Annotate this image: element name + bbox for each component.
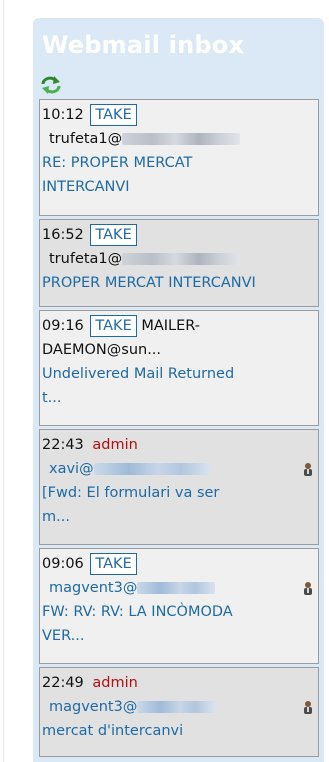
message-subject-line-1[interactable]: RE: PROPER MERCAT bbox=[42, 151, 316, 175]
user-icon bbox=[304, 582, 312, 595]
from-address: xavi@ bbox=[49, 461, 94, 477]
message-item[interactable]: 09:16 TAKE MAILER- DAEMON@sun... Undeliv… bbox=[39, 310, 319, 426]
message-time: 22:43 bbox=[42, 437, 84, 453]
take-button[interactable]: TAKE bbox=[90, 224, 137, 246]
from-address-line-2: DAEMON@sun... bbox=[42, 342, 162, 358]
redacted-text bbox=[122, 133, 241, 145]
redacted-text bbox=[93, 463, 210, 475]
message-item[interactable]: 10:12 TAKE trufeta1@ RE: PROPER MERCAT I… bbox=[39, 99, 319, 216]
redacted-text bbox=[122, 253, 241, 265]
message-subject-line-2[interactable]: INTERCANVI bbox=[42, 175, 316, 199]
refresh-icon[interactable] bbox=[40, 75, 62, 95]
message-from: trufeta1@ bbox=[42, 127, 316, 151]
take-button[interactable]: TAKE bbox=[90, 104, 137, 126]
redacted-text bbox=[137, 701, 216, 713]
message-subject-line-1[interactable]: [Fwd: El formulari va ser bbox=[42, 481, 316, 505]
take-button[interactable]: TAKE bbox=[90, 553, 137, 575]
page-edge bbox=[3, 0, 4, 762]
message-from: magvent3@ bbox=[42, 576, 316, 600]
message-from: magvent3@ bbox=[42, 695, 316, 719]
from-address: trufeta1@ bbox=[49, 251, 123, 267]
message-subject-line-1[interactable]: PROPER MERCAT INTERCANVI bbox=[42, 271, 316, 295]
owner-label: admin bbox=[92, 437, 138, 453]
message-subject-line-2[interactable]: m... bbox=[42, 505, 316, 529]
take-button[interactable]: TAKE bbox=[90, 315, 137, 337]
owner-label: admin bbox=[92, 675, 138, 691]
message-time: 10:12 bbox=[42, 107, 84, 123]
message-time: 09:16 bbox=[42, 318, 84, 334]
from-address: magvent3@ bbox=[49, 699, 138, 715]
message-item[interactable]: 16:52 TAKE trufeta1@ PROPER MERCAT INTER… bbox=[39, 219, 319, 307]
panel-title: Webmail inbox bbox=[42, 31, 245, 59]
message-time: 22:49 bbox=[42, 675, 84, 691]
from-address: magvent3@ bbox=[49, 580, 138, 596]
message-item[interactable]: 22:43 admin xavi@ [Fwd: El formulari va … bbox=[39, 429, 319, 545]
from-address: trufeta1@ bbox=[49, 131, 123, 147]
from-address-line-1: MAILER- bbox=[141, 318, 201, 334]
message-subject-line-2[interactable]: VER... bbox=[42, 624, 316, 648]
webmail-inbox-panel: Webmail inbox 10:12 TAKE trufeta1@ RE: P… bbox=[33, 18, 324, 762]
user-icon bbox=[304, 463, 312, 476]
message-subject-line-2[interactable]: t... bbox=[42, 386, 316, 410]
user-icon bbox=[304, 701, 312, 714]
message-time: 09:06 bbox=[42, 556, 84, 572]
message-subject-line-1[interactable]: Undelivered Mail Returned bbox=[42, 362, 316, 386]
redacted-text bbox=[137, 582, 216, 594]
message-subject-line-1[interactable]: FW: RV: RV: LA INCÒMODA bbox=[42, 600, 316, 624]
message-from: xavi@ bbox=[42, 457, 316, 481]
message-item[interactable]: 22:49 admin magvent3@ mercat d'intercanv… bbox=[39, 667, 319, 757]
message-item[interactable]: 09:06 TAKE magvent3@ FW: RV: RV: LA INCÒ… bbox=[39, 548, 319, 664]
message-list: 10:12 TAKE trufeta1@ RE: PROPER MERCAT I… bbox=[39, 99, 319, 760]
message-time: 16:52 bbox=[42, 227, 84, 243]
message-subject-line-1[interactable]: mercat d'intercanvi bbox=[42, 719, 316, 743]
message-from: trufeta1@ bbox=[42, 247, 316, 271]
